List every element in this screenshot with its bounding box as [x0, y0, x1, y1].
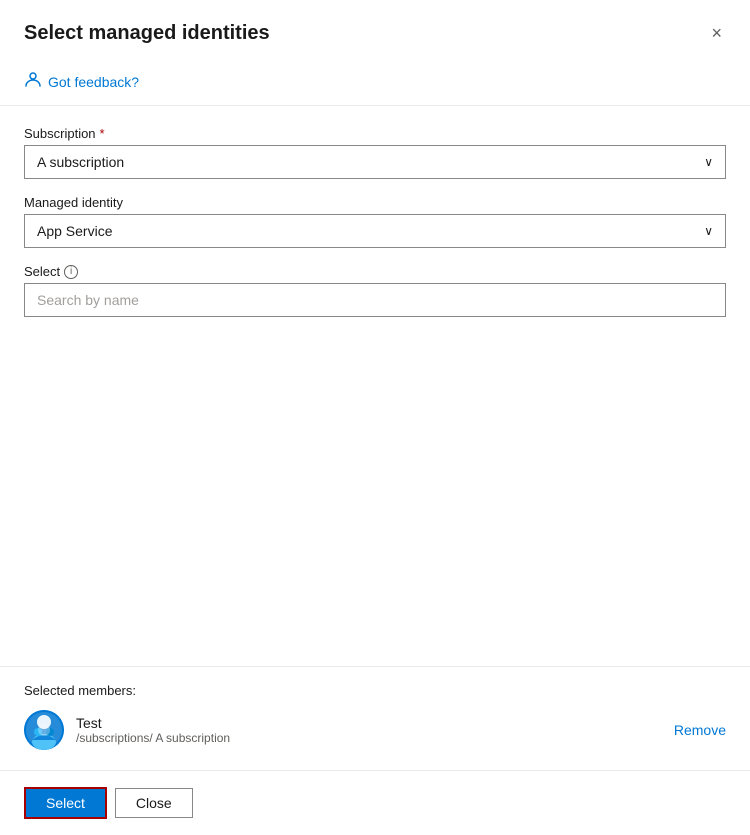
- required-indicator: *: [100, 126, 105, 141]
- dialog-close-button[interactable]: ×: [707, 20, 726, 46]
- member-avatar: [24, 710, 64, 750]
- managed-identity-chevron-icon: ∨: [704, 224, 713, 238]
- select-field-group: Select i: [24, 264, 726, 317]
- member-info: Test /subscriptions/ A subscription: [76, 715, 662, 745]
- managed-identity-dropdown[interactable]: App Service ∨: [24, 214, 726, 248]
- subscription-dropdown[interactable]: A subscription ∨: [24, 145, 726, 179]
- search-input[interactable]: [24, 283, 726, 317]
- remove-member-link[interactable]: Remove: [674, 722, 726, 738]
- select-label: Select i: [24, 264, 726, 279]
- dialog-footer: Select Close: [0, 770, 750, 835]
- empty-results-area: [24, 333, 726, 553]
- dialog-title: Select managed identities: [24, 22, 270, 45]
- subscription-field-group: Subscription * A subscription ∨: [24, 126, 726, 179]
- subscription-chevron-icon: ∨: [704, 155, 713, 169]
- feedback-icon: [24, 70, 42, 93]
- dialog-body: Subscription * A subscription ∨ Managed …: [0, 106, 750, 666]
- subscription-label: Subscription *: [24, 126, 726, 141]
- subscription-value: A subscription: [37, 154, 124, 170]
- member-path: /subscriptions/ A subscription: [76, 731, 662, 745]
- feedback-link[interactable]: Got feedback?: [48, 74, 139, 90]
- select-managed-identities-dialog: Select managed identities × Got feedback…: [0, 0, 750, 835]
- managed-identity-field-group: Managed identity App Service ∨: [24, 195, 726, 248]
- managed-identity-value: App Service: [37, 223, 112, 239]
- member-item: Test /subscriptions/ A subscription Remo…: [24, 710, 726, 750]
- managed-identity-label: Managed identity: [24, 195, 726, 210]
- dialog-header: Select managed identities ×: [0, 0, 750, 62]
- selected-members-section: Selected members: Test /subscriptions/ A…: [0, 666, 750, 770]
- member-name: Test: [76, 715, 662, 731]
- select-info-icon[interactable]: i: [64, 265, 78, 279]
- select-button[interactable]: Select: [24, 787, 107, 819]
- close-button[interactable]: Close: [115, 788, 193, 818]
- selected-members-label: Selected members:: [24, 683, 726, 698]
- feedback-bar: Got feedback?: [0, 62, 750, 106]
